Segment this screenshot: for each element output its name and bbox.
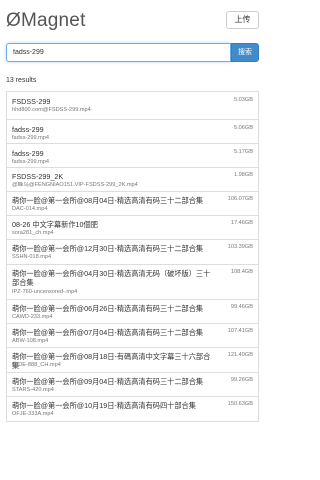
result-item[interactable]: 萌你一脸@第一会所@07月04日-精选高清有码三十二部合集 ABW-108.mp… — [6, 323, 259, 348]
result-title[interactable]: 萌你一脸@第一会所@10月19日-精选高清有码四十部合集 — [12, 401, 212, 410]
search-button[interactable]: 搜索 — [231, 43, 259, 62]
site-logo[interactable]: ØMagnet — [6, 10, 86, 32]
result-title[interactable]: 萌你一脸@第一会所@08月04日-精选高清有码三十二部合集 — [12, 196, 212, 205]
result-file: IPZ-760-uncensored-.mp4 — [12, 289, 78, 295]
result-title[interactable]: 萌你一脸@第一会所@07月04日-精选高清有码三十二部合集 — [12, 328, 212, 337]
results-list: FSDSS-299 hhd800.com@FSDSS-299.mp4 5.03G… — [6, 91, 259, 480]
result-title[interactable]: 萌你一脸@第一会所@06月26日-精选高清有码三十二部合集 — [12, 304, 212, 313]
result-file: SSHN-018.mp4 — [12, 254, 52, 260]
result-title[interactable]: fadss-299 — [12, 125, 212, 134]
result-item[interactable]: 08-26 中文字幕新作10個肥 sora281_ch.mp4 17.46GB — [6, 215, 259, 240]
results-count: 13 results — [6, 77, 37, 84]
result-file: OFJE-333A.mp4 — [12, 411, 54, 417]
result-file: ABW-108.mp4 — [12, 338, 49, 344]
result-file: sora281_ch.mp4 — [12, 230, 54, 236]
result-file: CAWD-233.mp4 — [12, 314, 53, 320]
result-item[interactable]: 萌你一脸@第一会所@04月30日-精选高清无码（破坏版）三十部合集 IPZ-76… — [6, 264, 259, 300]
result-item[interactable]: 萌你一脸@第一会所@08月04日-精选高清有码三十二部合集 DAC-014.mp… — [6, 191, 259, 216]
result-size: 106.07GB — [227, 196, 253, 202]
result-title[interactable]: FSDSS-299_2K — [12, 172, 212, 181]
result-size: 17.46GB — [230, 220, 253, 226]
result-file: STARS-420.mp4 — [12, 387, 54, 393]
result-title[interactable]: FSDSS-299 — [12, 97, 212, 106]
result-size: 99.26GB — [230, 377, 253, 383]
result-size: 107.41GB — [227, 328, 253, 334]
result-item[interactable]: FSDSS-299_2K @蜂鸟@FENGNIAO151.VIP-FSDSS-2… — [6, 167, 259, 192]
result-size: 99.46GB — [230, 304, 253, 310]
result-item[interactable]: FSDSS-299 hhd800.com@FSDSS-299.mp4 5.03G… — [6, 91, 259, 120]
result-item[interactable]: 萌你一脸@第一会所@12月30日-精选高清有码三十二部合集 SSHN-018.m… — [6, 239, 259, 265]
result-file: @蜂鸟@FENGNIAO151.VIP-FSDSS-299_2K.mp4 — [12, 182, 138, 188]
result-file: hhd800.com@FSDSS-299.mp4 — [12, 107, 91, 113]
result-file: DAC-014.mp4 — [12, 206, 48, 212]
result-size: 150.63GB — [227, 401, 253, 407]
search-bar: 搜索 — [6, 43, 259, 62]
search-input[interactable] — [6, 43, 231, 62]
result-title[interactable]: 萌你一脸@第一会所@12月30日-精选高清有码三十二部合集 — [12, 244, 212, 253]
result-size: 108.4GB — [230, 269, 253, 275]
result-title[interactable]: fadss-299 — [12, 149, 212, 158]
result-size: 5.06GB — [234, 125, 253, 131]
result-item[interactable]: 萌你一脸@第一会所@08月18日-有碼高清中文字幕三十六部合集 MIDE-888… — [6, 347, 259, 373]
result-size: 121.49GB — [227, 352, 253, 358]
result-file: fadss-299.mp4 — [12, 135, 50, 141]
result-item[interactable]: 萌你一脸@第一会所@09月04日-精选高清有码三十二部合集 STARS-420.… — [6, 372, 259, 397]
result-title[interactable]: 萌你一脸@第一会所@09月04日-精选高清有码三十二部合集 — [12, 377, 212, 386]
result-item[interactable]: fadss-299 fadss-299.mp4 5.06GB — [6, 119, 259, 144]
result-item[interactable]: fadss-299 fadss-299.mp4 5.17GB — [6, 143, 259, 168]
result-size: 103.39GB — [227, 244, 253, 250]
result-title[interactable]: 08-26 中文字幕新作10個肥 — [12, 220, 212, 229]
result-size: 5.17GB — [234, 149, 253, 155]
result-item[interactable]: 萌你一脸@第一会所@10月19日-精选高清有码四十部合集 OFJE-333A.m… — [6, 396, 259, 422]
result-item[interactable]: 萌你一脸@第一会所@06月26日-精选高清有码三十二部合集 CAWD-233.m… — [6, 299, 259, 324]
result-size: 1.98GB — [234, 172, 253, 178]
result-file: MIDE-888_CH.mp4 — [12, 362, 61, 368]
upload-button[interactable]: 上传 — [226, 11, 259, 29]
result-size: 5.03GB — [234, 97, 253, 103]
result-title[interactable]: 萌你一脸@第一会所@04月30日-精选高清无码（破坏版）三十部合集 — [12, 269, 212, 287]
header: ØMagnet 上传 — [0, 0, 265, 40]
result-file: fadss-299.mp4 — [12, 159, 50, 165]
